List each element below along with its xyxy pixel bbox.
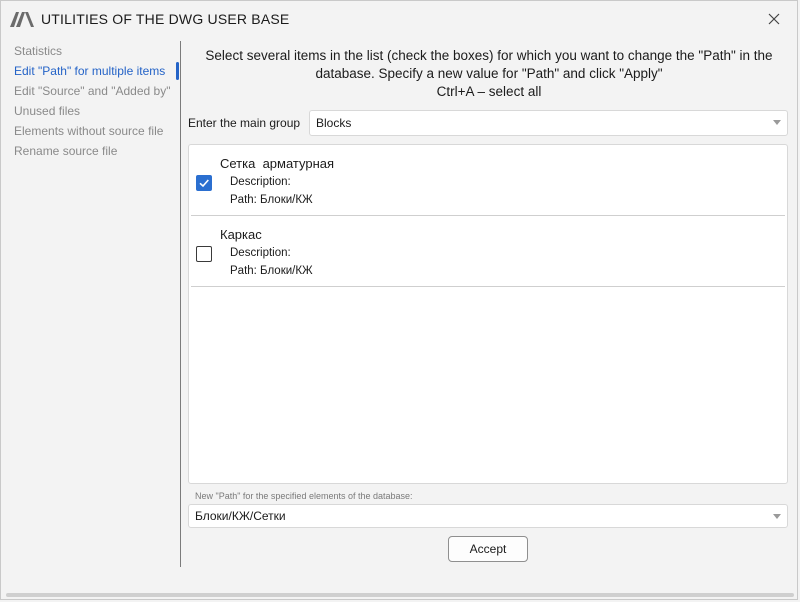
list-item[interactable]: Сетка арматурная Description: Path: Блок… xyxy=(191,145,785,216)
item-description: Description: xyxy=(230,176,291,188)
sidebar-item-label: Unused files xyxy=(14,104,81,118)
new-path-input[interactable]: Блоки/КЖ/Сетки xyxy=(188,504,788,528)
horizontal-scrollbar[interactable] xyxy=(6,593,794,597)
sidebar-item-rename-source[interactable]: Rename source file xyxy=(1,141,181,161)
sidebar-item-edit-path[interactable]: Edit "Path" for multiple items xyxy=(1,61,181,81)
main-group-value: Blocks xyxy=(316,116,352,130)
item-title: Каркас xyxy=(220,227,262,242)
sidebar-item-edit-source[interactable]: Edit "Source" and "Added by" xyxy=(1,81,181,101)
sidebar-item-statistics[interactable]: Statistics xyxy=(1,41,181,61)
item-checkbox[interactable] xyxy=(196,175,212,191)
main-group-select[interactable]: Blocks xyxy=(309,110,788,136)
sidebar-item-label: Rename source file xyxy=(14,144,118,158)
new-path-value: Блоки/КЖ/Сетки xyxy=(195,509,286,523)
instructions-line-3: Ctrl+A – select all xyxy=(436,84,542,99)
instructions-text: Select several items in the list (check … xyxy=(189,47,789,101)
sidebar-item-label: Statistics xyxy=(14,44,63,58)
accept-button[interactable]: Accept xyxy=(448,536,528,562)
title-bar[interactable]: UTILITIES OF THE DWG USER BASE xyxy=(1,1,797,37)
main-group-label: Enter the main group xyxy=(188,116,301,130)
new-path-label: New "Path" for the specified elements of… xyxy=(195,491,413,501)
sidebar-item-label: Edit "Source" and "Added by" xyxy=(14,84,171,98)
item-path: Path: Блоки/КЖ xyxy=(230,194,313,206)
window-title: UTILITIES OF THE DWG USER BASE xyxy=(41,11,290,27)
sidebar-divider xyxy=(180,41,181,567)
list-item[interactable]: Каркас Description: Path: Блоки/КЖ xyxy=(191,216,785,287)
instructions-line-1: Select several items in the list (check … xyxy=(205,48,773,63)
chevron-down-icon[interactable] xyxy=(773,514,781,519)
items-list[interactable]: Сетка арматурная Description: Path: Блок… xyxy=(188,144,788,484)
sidebar: Statistics Edit "Path" for multiple item… xyxy=(1,41,181,567)
item-checkbox[interactable] xyxy=(196,246,212,262)
item-title: Сетка арматурная xyxy=(220,156,335,171)
checkmark-icon xyxy=(199,179,209,188)
app-logo-icon xyxy=(10,12,34,27)
chevron-down-icon[interactable] xyxy=(773,120,781,125)
item-path: Path: Блоки/КЖ xyxy=(230,265,313,277)
sidebar-item-no-source[interactable]: Elements without source file xyxy=(1,121,181,141)
sidebar-item-label: Edit "Path" for multiple items xyxy=(14,64,166,78)
app-window: UTILITIES OF THE DWG USER BASE Statistic… xyxy=(0,0,798,600)
item-description: Description: xyxy=(230,247,291,259)
close-icon[interactable] xyxy=(765,10,783,28)
instructions-line-2: database. Specify a new value for "Path"… xyxy=(315,66,663,81)
sidebar-item-label: Elements without source file xyxy=(14,124,164,138)
sidebar-item-unused-files[interactable]: Unused files xyxy=(1,101,181,121)
